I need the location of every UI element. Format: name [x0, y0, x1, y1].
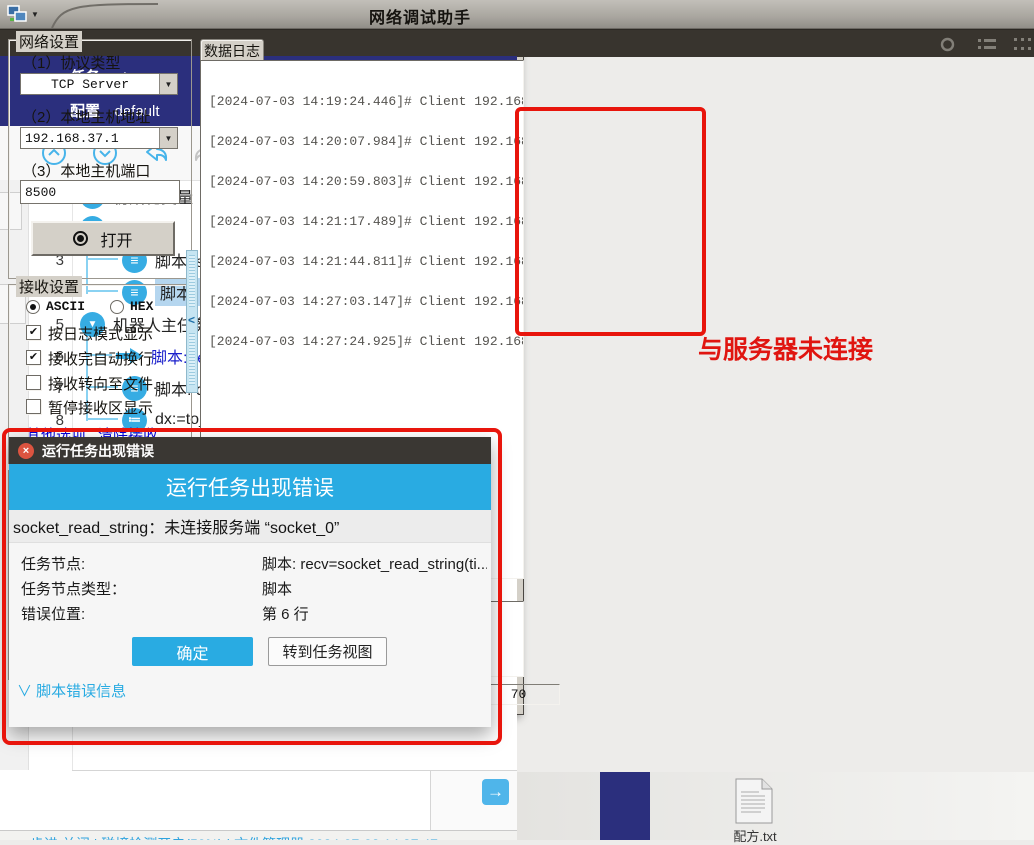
ok-button[interactable]: 确定: [132, 637, 253, 666]
run-error-dialog: × 运行任务出现错误 运行任务出现错误 socket_read_string：未…: [9, 437, 491, 727]
log-line: [2024-07-03 14:21:17.489]# Client 192.16…: [209, 214, 524, 229]
field-label: 错误位置:: [21, 603, 85, 624]
tab-label: 数据日志: [204, 41, 260, 61]
recv-ascii-radio[interactable]: [26, 300, 40, 314]
group-title: 接收设置: [16, 276, 82, 297]
protocol-type-value: TCP Server: [21, 74, 159, 94]
recipe-file-icon[interactable]: [735, 778, 773, 824]
close-icon[interactable]: ×: [18, 443, 34, 459]
dialog-title-bar[interactable]: × 运行任务出现错误: [9, 437, 491, 464]
log-line: [2024-07-03 14:27:03.147]# Client 192.16…: [209, 294, 524, 309]
dialog-error-message: socket_read_string：未连接服务端 “socket_0”: [9, 510, 491, 543]
field-value: 脚本: [262, 578, 292, 599]
window-title: 网络调试助手: [340, 4, 500, 28]
list-view-icon[interactable]: [978, 38, 996, 51]
auto-newline-checkbox[interactable]: [26, 350, 41, 365]
field-label: 任务节点:: [21, 553, 85, 574]
script-error-expander[interactable]: ∨ 脚本错误信息: [17, 680, 126, 701]
pause-display-checkbox[interactable]: [26, 399, 41, 414]
host-address-label: （2）本地主机地址: [22, 106, 150, 127]
annotation-box-network-settings: [515, 107, 706, 336]
checkbox-label: 接收转向至文件...: [48, 373, 166, 394]
window-title-bar[interactable]: ▼ 网络调试助手: [0, 0, 1034, 29]
dialog-banner-text: 运行任务出现错误: [166, 472, 334, 502]
dialog-banner: 运行任务出现错误: [9, 464, 491, 510]
dropdown-arrow-icon[interactable]: [159, 128, 177, 148]
editor-status-text: 步进 关闭 | 碰撞检测开启(50%) | 文件管理器 2024-07-03 1…: [30, 834, 438, 840]
host-port-input[interactable]: [20, 180, 180, 204]
protocol-type-label: （1）协议类型: [22, 52, 120, 73]
background-window-fragment: [600, 772, 650, 840]
open-connection-button[interactable]: 打开: [31, 221, 175, 256]
desktop-area: 配方.txt: [517, 772, 1034, 840]
splitter-ridge: [189, 255, 195, 307]
goto-task-view-button[interactable]: 转到任务视图: [268, 637, 387, 666]
host-port-label: （3）本地主机端口: [22, 160, 150, 181]
recv-hex-label: HEX: [130, 299, 153, 314]
error-message-text: socket_read_string：未连接服务端 “socket_0”: [13, 514, 339, 538]
editor-status-bar: 步进 关闭 | 碰撞检测开启(50%) | 文件管理器 2024-07-03 1…: [0, 830, 517, 840]
recv-ascii-label: ASCII: [46, 299, 85, 314]
log-line: [2024-07-03 14:27:24.925]# Client 192.16…: [209, 334, 524, 349]
open-connection-label: 打开: [100, 227, 132, 251]
protocol-type-select[interactable]: TCP Server: [20, 73, 178, 95]
titlebar-swoosh: [40, 0, 160, 28]
group-title: 网络设置: [16, 31, 82, 52]
recv-hex-radio[interactable]: [110, 300, 124, 314]
search-icon[interactable]: [940, 37, 955, 52]
checkbox-label: 暂停接收区显示: [48, 397, 153, 418]
log-mode-checkbox[interactable]: [26, 325, 41, 340]
checkbox-label: 按日志模式显示: [48, 323, 153, 344]
host-address-value: 192.168.37.1: [21, 128, 159, 148]
splitter-ridge: [189, 333, 195, 385]
annotation-not-connected: 与服务器未连接: [698, 330, 873, 366]
log-line: [2024-07-03 14:19:24.446]# Client 192.16…: [209, 94, 524, 109]
redirect-to-file-checkbox[interactable]: [26, 375, 41, 390]
checkbox-label: 接收完自动换行: [48, 348, 153, 369]
title-dropdown-icon[interactable]: ▼: [31, 10, 39, 19]
panel-splitter[interactable]: <: [186, 250, 198, 393]
field-label: 任务节点类型：: [21, 578, 126, 599]
field-value: 脚本: recv=socket_read_string(ti...: [262, 553, 487, 574]
tab-data-log[interactable]: 数据日志: [200, 39, 264, 61]
app-icon[interactable]: [7, 5, 27, 23]
dropdown-arrow-icon[interactable]: [159, 74, 177, 94]
collapse-left-icon: <: [188, 313, 195, 327]
recipe-file-label: 配方.txt: [717, 826, 793, 845]
log-line: [2024-07-03 14:21:44.811]# Client 192.16…: [209, 254, 524, 269]
grid-view-icon[interactable]: [1014, 38, 1034, 51]
log-line: [2024-07-03 14:20:59.803]# Client 192.16…: [209, 174, 524, 189]
dialog-title: 运行任务出现错误: [42, 441, 154, 461]
field-value: 第 6 行: [262, 603, 309, 624]
host-address-select[interactable]: 192.168.37.1: [20, 127, 178, 149]
next-step-button[interactable]: →: [482, 779, 509, 805]
log-line: [2024-07-03 14:20:07.984]# Client 192.16…: [209, 134, 524, 149]
record-dot-icon: [73, 231, 88, 246]
